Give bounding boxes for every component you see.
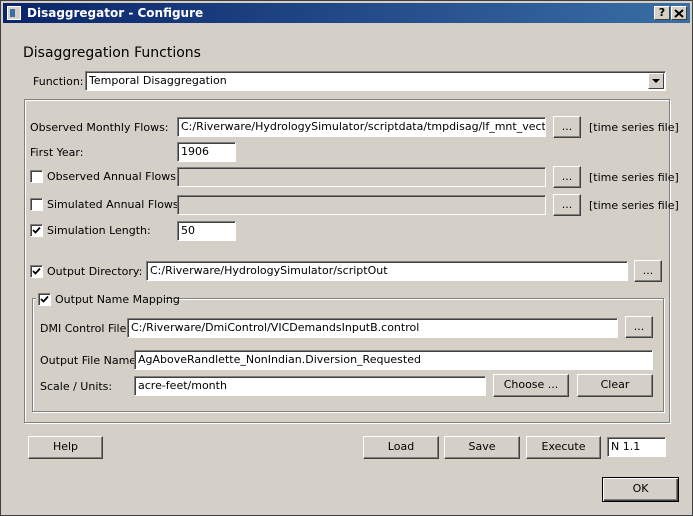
output-directory-checkbox[interactable] [30,265,43,278]
help-button[interactable]: Help [28,436,103,459]
ok-button[interactable]: OK [602,477,679,502]
load-button[interactable]: Load [363,436,439,459]
observed-annual-browse-button[interactable]: ... [553,166,581,188]
app-icon [7,6,21,20]
simulated-annual-flows-checkbox[interactable] [30,198,43,211]
observed-annual-type-label: [time series file] [589,171,679,184]
version-field[interactable]: N 1.1 [607,437,666,457]
window-title: Disaggregator - Configure [27,6,204,20]
function-label: Function: [33,75,84,88]
checkmark-icon [40,295,49,303]
help-title-button[interactable]: ? [654,6,670,20]
observed-annual-flows-checkbox[interactable] [30,170,43,183]
simulated-annual-type-label: [time series file] [589,199,679,212]
output-file-name-label: Output File Name: [40,354,140,367]
observed-monthly-type-label: [time series file] [589,121,679,134]
simulated-annual-flows-label: Simulated Annual Flows: [47,198,183,211]
output-name-mapping-label: Output Name Mapping [55,293,180,306]
simulated-annual-browse-button[interactable]: ... [553,194,581,216]
dmi-control-file-field[interactable]: C:/Riverware/DmiControl/VICDemandsInputB… [127,318,618,338]
close-button[interactable] [671,6,687,20]
simulation-length-field[interactable]: 50 [177,221,236,241]
disaggregator-configure-window: Disaggregator - Configure ? Disaggregati… [0,0,693,516]
dmi-control-browse-button[interactable]: ... [625,316,653,338]
scale-units-field[interactable]: acre-feet/month [134,376,486,396]
simulation-length-checkbox[interactable] [30,224,43,237]
section-title: Disaggregation Functions [23,45,201,61]
chevron-down-icon [652,79,660,83]
function-dropdown-button[interactable] [648,73,664,89]
save-button[interactable]: Save [444,436,520,459]
scale-units-label: Scale / Units: [40,380,113,393]
observed-annual-flows-label: Observed Annual Flows: [47,170,180,183]
simulated-annual-flows-field[interactable] [177,195,546,215]
execute-button[interactable]: Execute [526,436,601,459]
checkmark-icon [32,226,41,234]
title-bar: Disaggregator - Configure ? [3,3,690,23]
choose-button[interactable]: Choose ... [493,374,569,397]
output-directory-browse-button[interactable]: ... [634,260,662,282]
output-directory-label: Output Directory: [47,265,143,278]
function-select[interactable]: Temporal Disaggregation [85,71,666,91]
function-select-value: Temporal Disaggregation [89,74,227,87]
simulation-length-label: Simulation Length: [47,224,151,237]
observed-annual-flows-field[interactable] [177,167,546,187]
first-year-label: First Year: [30,146,84,159]
output-name-mapping-checkbox[interactable] [38,293,51,306]
checkmark-icon [32,267,41,275]
clear-button[interactable]: Clear [577,374,653,397]
first-year-field[interactable]: 1906 [177,142,236,162]
dmi-control-file-label: DMI Control File: [40,322,131,335]
observed-monthly-flows-label: Observed Monthly Flows: [30,121,169,134]
observed-monthly-flows-field[interactable]: C:/Riverware/HydrologySimulator/scriptda… [177,117,546,137]
output-directory-field[interactable]: C:/Riverware/HydrologySimulator/scriptOu… [146,261,628,281]
output-file-name-field[interactable]: AgAboveRandlette_NonIndian.Diversion_Req… [134,350,653,370]
observed-monthly-browse-button[interactable]: ... [553,116,581,138]
close-icon [674,9,684,18]
